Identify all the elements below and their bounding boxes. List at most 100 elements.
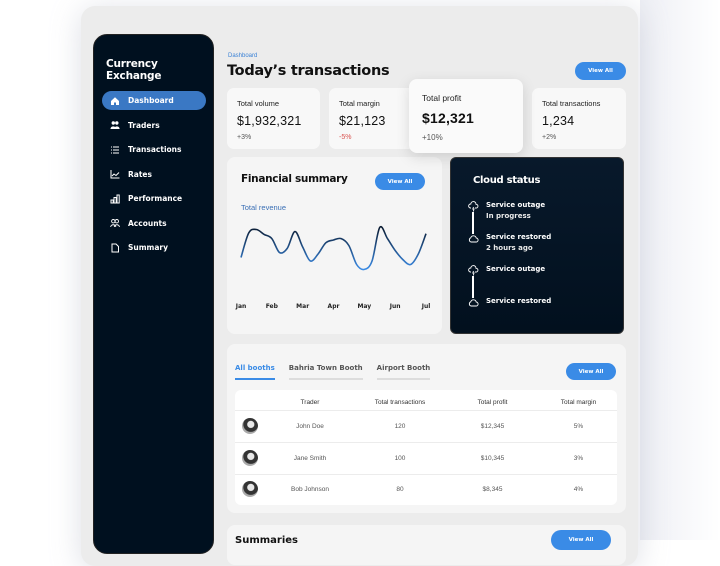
trader-profit: $8,345 bbox=[482, 485, 503, 493]
stat-value: $1,932,321 bbox=[237, 114, 302, 128]
stat-card-total-margin: Total margin $21,123 -5% bbox=[329, 88, 419, 149]
sidebar-item-label: Accounts bbox=[128, 218, 167, 228]
x-tick-label: Feb bbox=[266, 303, 279, 310]
sidebar-item-label: Performance bbox=[128, 194, 183, 203]
cloud-icon bbox=[467, 296, 479, 308]
stat-change: -5% bbox=[339, 134, 352, 141]
cloud-lightning-icon bbox=[467, 264, 479, 276]
financial-summary-card: Financial summary View All Total revenue… bbox=[227, 157, 442, 334]
column-header-profit[interactable]: Total profit bbox=[445, 399, 540, 406]
sidebar-item-label: Summary bbox=[128, 243, 169, 252]
x-tick-label: Apr bbox=[328, 303, 340, 310]
tab-airport-booth[interactable]: Airport Booth bbox=[376, 364, 431, 380]
app-title: Currency Exchange bbox=[106, 58, 162, 82]
trader-name: Bob Johnson bbox=[291, 485, 329, 493]
cloud-icon bbox=[467, 232, 479, 244]
breadcrumb[interactable]: Dashboard bbox=[228, 53, 257, 59]
event-subtitle: In progress bbox=[486, 212, 531, 220]
timeline-connector bbox=[472, 276, 474, 298]
trader-name: John Doe bbox=[296, 422, 324, 430]
traders-table: Trader Total transactions Total profit T… bbox=[235, 390, 617, 505]
stat-card-total-profit: Total profit $12,321 +10% bbox=[409, 79, 523, 153]
summaries-card: Summaries View All bbox=[227, 525, 626, 565]
timeline-event: Service outage bbox=[467, 264, 545, 276]
sidebar: Currency Exchange Dashboard Traders Tran… bbox=[93, 34, 214, 554]
trader-profit: $12,345 bbox=[480, 422, 505, 430]
tab-bahria-town-booth[interactable]: Bahria Town Booth bbox=[288, 364, 363, 380]
timeline-event: Service restored 2 hours ago bbox=[467, 232, 551, 254]
summaries-view-all-button[interactable]: View All bbox=[551, 530, 611, 550]
stat-label: Total margin bbox=[339, 99, 380, 108]
revenue-chart: Jan Feb Mar Apr May Jun Jul bbox=[235, 225, 431, 310]
sidebar-item-accounts[interactable]: Accounts bbox=[102, 214, 206, 233]
sidebar-item-label: Rates bbox=[128, 169, 152, 179]
cloud-status-card: Cloud status Service outage In progress S… bbox=[450, 157, 624, 334]
x-tick-label: Mar bbox=[296, 303, 309, 310]
sidebar-item-summary[interactable]: Summary bbox=[102, 238, 206, 257]
accounts-icon bbox=[109, 217, 121, 229]
sidebar-item-dashboard[interactable]: Dashboard bbox=[102, 91, 206, 110]
stat-label: Total volume bbox=[237, 99, 280, 108]
background-shadow bbox=[640, 0, 720, 540]
sidebar-item-performance[interactable]: Performance bbox=[102, 189, 206, 208]
stat-change: +2% bbox=[542, 134, 557, 141]
tab-all-booths[interactable]: All booths bbox=[235, 364, 275, 380]
booth-tabs: All booths Bahria Town Booth Airport Boo… bbox=[235, 364, 444, 380]
x-tick-label: Jan bbox=[235, 303, 247, 310]
table-row[interactable]: Jane Smith 100 $10,345 3% bbox=[235, 446, 617, 470]
cloud-status-title: Cloud status bbox=[473, 175, 541, 186]
document-icon bbox=[109, 242, 121, 254]
home-icon bbox=[109, 95, 121, 107]
booths-view-all-button[interactable]: View All bbox=[566, 363, 616, 380]
users-icon bbox=[109, 119, 121, 131]
page-title: Today’s transactions bbox=[227, 63, 390, 79]
table-header: Trader Total transactions Total profit T… bbox=[235, 396, 617, 408]
sidebar-item-label: Traders bbox=[128, 120, 160, 130]
line-chart-icon bbox=[109, 168, 121, 180]
trader-transactions: 100 bbox=[394, 454, 406, 462]
x-tick-label: Jul bbox=[421, 303, 431, 310]
trader-margin: 4% bbox=[573, 485, 584, 493]
bar-chart-icon bbox=[109, 193, 121, 205]
trader-transactions: 120 bbox=[394, 422, 406, 430]
x-tick-label: Jun bbox=[389, 303, 401, 310]
sidebar-item-traders[interactable]: Traders bbox=[102, 116, 206, 135]
event-title: Service restored bbox=[486, 233, 552, 241]
trader-margin: 3% bbox=[573, 454, 584, 462]
column-header-transactions[interactable]: Total transactions bbox=[355, 399, 445, 406]
sidebar-item-rates[interactable]: Rates bbox=[102, 165, 206, 184]
list-icon bbox=[109, 144, 121, 156]
header-view-all-button[interactable]: View All bbox=[575, 62, 626, 80]
column-header-margin[interactable]: Total margin bbox=[540, 399, 617, 406]
trader-profit: $10,345 bbox=[480, 454, 505, 462]
sidebar-item-label: Transactions bbox=[128, 145, 182, 154]
stat-value: $21,123 bbox=[339, 114, 386, 128]
sidebar-item-transactions[interactable]: Transactions bbox=[102, 140, 206, 159]
avatar bbox=[242, 450, 258, 466]
x-tick-label: May bbox=[357, 303, 371, 310]
timeline-event: Service outage In progress bbox=[467, 200, 545, 222]
row-divider bbox=[235, 442, 617, 443]
event-title: Service restored bbox=[486, 297, 552, 305]
trader-transactions: 80 bbox=[396, 485, 404, 493]
stat-value: 1,234 bbox=[542, 114, 575, 128]
table-row[interactable]: Bob Johnson 80 $8,345 4% bbox=[235, 477, 617, 501]
stat-change: +3% bbox=[237, 134, 252, 141]
avatar bbox=[242, 418, 258, 434]
stat-change: +10% bbox=[422, 133, 443, 142]
summaries-title: Summaries bbox=[235, 535, 299, 546]
event-title: Service outage bbox=[486, 201, 546, 209]
timeline-event: Service restored bbox=[467, 296, 551, 308]
row-divider bbox=[235, 474, 617, 475]
cloud-lightning-icon bbox=[467, 200, 479, 212]
avatar bbox=[242, 481, 258, 497]
event-subtitle: 2 hours ago bbox=[486, 244, 533, 252]
event-title: Service outage bbox=[486, 265, 546, 273]
table-row[interactable]: John Doe 120 $12,345 5% bbox=[235, 414, 617, 438]
stat-card-total-transactions: Total transactions 1,234 +2% bbox=[532, 88, 626, 149]
column-header-trader[interactable]: Trader bbox=[265, 399, 355, 406]
trader-margin: 5% bbox=[573, 422, 584, 430]
row-divider bbox=[235, 410, 617, 411]
stat-card-total-volume: Total volume $1,932,321 +3% bbox=[227, 88, 320, 149]
stat-value: $12,321 bbox=[422, 110, 475, 126]
